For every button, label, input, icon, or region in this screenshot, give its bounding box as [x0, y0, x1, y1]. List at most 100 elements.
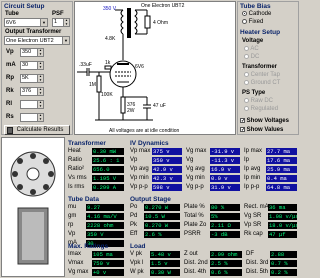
spin-arrows-icon[interactable]: ▲ ▼ — [37, 48, 43, 56]
tube-select-value: 6V6 — [6, 20, 16, 26]
radio-icon[interactable] — [244, 98, 249, 103]
cell-label: Vp max — [130, 148, 151, 154]
circuit-setup-panel: Circuit Setup Tube PSF 6V6 ▼ 1 ▲ ▼ Output… — [1, 1, 73, 135]
resistor-icon — [104, 65, 112, 70]
show-voltages-checkbox[interactable]: ✓ Show Voltages — [240, 118, 289, 124]
pin-icon — [30, 189, 36, 195]
center-tap-option[interactable]: Center Tap — [244, 72, 280, 78]
cell-label: Pd — [130, 213, 138, 219]
socket-key — [26, 167, 40, 181]
param-spinner[interactable]: 5K ▲ ▼ — [20, 74, 44, 83]
radio-icon[interactable] — [244, 80, 249, 85]
radio-icon[interactable] — [244, 106, 249, 111]
cell-value: 17.6 ma — [266, 157, 297, 164]
tube-socket-diagram — [10, 151, 56, 265]
plate-voltage-label: 350 V — [103, 6, 117, 12]
cell-label: Vg max — [186, 148, 207, 154]
cell-label: Eff — [130, 231, 138, 237]
cathode-cap-label: 47 uF — [153, 103, 166, 109]
cell-value: 350 v — [152, 157, 182, 164]
voltage-ac-option[interactable]: AC — [244, 46, 259, 52]
primary-winding — [120, 9, 124, 35]
cell-value: 2.11 Ω — [210, 222, 240, 229]
ground-ct-option[interactable]: Ground CT — [244, 80, 280, 86]
load-title: Load — [130, 243, 146, 250]
output-transformer-select[interactable]: One Electron UBT2 ▼ — [4, 36, 70, 45]
psf-spinner[interactable]: 1 ▲ ▼ — [52, 18, 70, 27]
param-label: Rs — [6, 114, 14, 120]
schematic-diagram: One Electron UBT2 350 V 4 Ohm 4.8K .33uF… — [77, 3, 185, 134]
checkbox-icon[interactable]: ✓ — [240, 127, 245, 133]
cell-value: 2.6 % — [144, 231, 180, 238]
load-table: V pk 5.48 v Z out 2.09 ohm DF 2.88 Vpk l… — [130, 251, 298, 278]
pin-icon — [43, 184, 49, 190]
cell-label: DF — [246, 251, 254, 257]
row-label: Vg max — [68, 269, 89, 275]
cell-value: 0.2 % — [270, 269, 297, 276]
cell-label: Vp p-p — [130, 184, 148, 190]
radio-icon[interactable] — [244, 72, 249, 77]
cell-label: Dist. 2nd — [184, 260, 208, 266]
grid-cap-label: .33uF — [79, 62, 92, 68]
cell-value: 0.270 W — [144, 222, 180, 229]
spin-arrows-icon[interactable]: ▲ ▼ — [37, 100, 43, 108]
cell-value: 2.5 % — [210, 260, 242, 267]
spin-arrows-icon[interactable]: ▲ ▼ — [37, 87, 43, 95]
radio-icon[interactable] — [242, 11, 247, 16]
row-value: 350 V — [86, 231, 124, 238]
bias-cathode-option[interactable]: Cathode — [242, 11, 271, 17]
param-spinner[interactable]: ▲ ▼ — [20, 113, 44, 122]
status-text: All voltages are at idle condition — [109, 128, 180, 134]
row-label: Imax — [68, 251, 82, 257]
chevron-down-icon[interactable]: ▼ — [62, 37, 69, 44]
resistor-icon — [120, 96, 126, 114]
cell-value: -11.3 v — [210, 157, 240, 164]
row-label: gm — [68, 213, 77, 219]
radio-icon[interactable] — [242, 19, 247, 24]
bplus-label: 4.8K — [105, 36, 116, 42]
cell-label: Rect. mA — [244, 204, 269, 210]
show-values-checkbox[interactable]: ✓ Show Values — [240, 127, 283, 133]
cell-label: Total % — [184, 213, 204, 219]
cell-label: Vp SR — [244, 222, 262, 228]
row-label: Ratio² — [68, 166, 85, 172]
param-spinner[interactable]: 376 ▲ ▼ — [20, 87, 44, 96]
regulated-option[interactable]: Regulated — [244, 106, 278, 112]
cell-value: 0.270 W — [144, 204, 180, 211]
chevron-down-icon[interactable]: ▼ — [40, 19, 47, 26]
cell-value: 0.6 % — [210, 269, 242, 276]
cell-value: 27.7 ma — [266, 148, 297, 155]
tube-select[interactable]: 6V6 ▼ — [4, 18, 48, 27]
ot-label: One Electron UBT2 — [141, 3, 185, 9]
calculate-results-button[interactable]: Calculate Results — [4, 125, 70, 135]
resistor-icon — [96, 75, 102, 93]
param-spinner[interactable]: ▲ ▼ — [20, 100, 44, 109]
cell-label: Ip max — [244, 148, 263, 154]
cell-label: Vpk l — [130, 260, 144, 266]
spin-arrows-icon[interactable]: ▲ ▼ — [37, 61, 43, 69]
tube-socket-panel — [1, 137, 65, 277]
cell-value: 0.30 W — [150, 269, 180, 276]
param-rl: Rl ▲ ▼ — [4, 100, 70, 110]
row-value: 4.16 ma/V — [86, 213, 124, 220]
radio-icon[interactable] — [244, 46, 249, 51]
pin-icon — [17, 158, 23, 164]
param-vp: Vp 350 ▲ ▼ — [4, 48, 70, 58]
spin-arrows-icon[interactable]: ▲ ▼ — [63, 18, 69, 26]
cell-label: PSRR — [184, 231, 201, 237]
spin-arrows-icon[interactable]: ▲ ▼ — [37, 74, 43, 82]
cell-value: 64.8 ma — [266, 184, 297, 191]
param-spinner[interactable]: 350 ▲ ▼ — [20, 48, 44, 57]
output-transformer-value: One Electron UBT2 — [6, 38, 54, 44]
voltage-dc-option[interactable]: DC — [244, 54, 259, 60]
row-value: 750 v — [92, 260, 124, 267]
param-label: Vp — [6, 49, 14, 55]
cell-label: Vg SR — [244, 213, 262, 219]
radio-icon[interactable] — [244, 54, 249, 59]
checkbox-icon[interactable]: ✓ — [240, 118, 245, 124]
raw-dc-option[interactable]: Raw DC — [244, 98, 273, 104]
bias-fixed-option[interactable]: Fixed — [242, 19, 263, 25]
max-ratings-title: Max. Ratings — [68, 243, 109, 250]
spin-arrows-icon[interactable]: ▲ ▼ — [37, 113, 43, 121]
param-spinner[interactable]: 30 ▲ ▼ — [20, 61, 44, 70]
